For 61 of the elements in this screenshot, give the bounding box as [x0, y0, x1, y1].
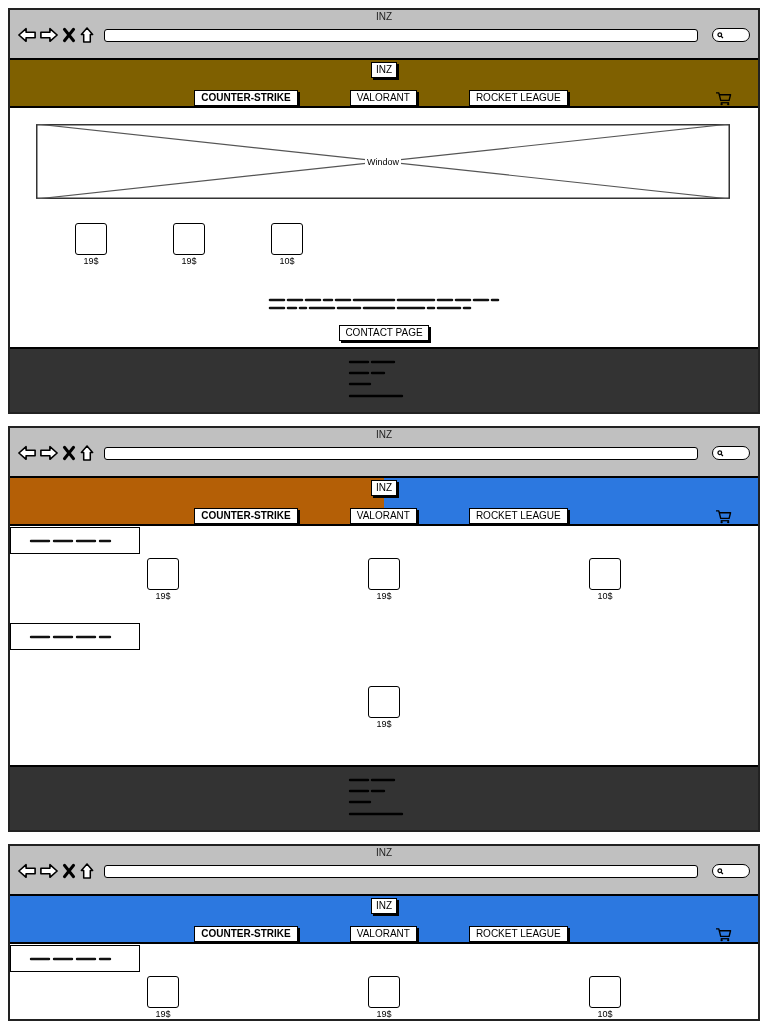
back-icon[interactable]: [18, 27, 36, 43]
search-field[interactable]: [712, 864, 750, 878]
product-tile[interactable]: [147, 558, 179, 590]
product-price: 19$: [376, 719, 392, 729]
nav-tab[interactable]: VALORANT: [349, 926, 417, 942]
site-logo[interactable]: INZ: [370, 62, 398, 78]
contact-button[interactable]: CONTACT PAGE: [339, 325, 429, 341]
product-price: 10$: [597, 1009, 613, 1019]
forward-icon[interactable]: [40, 863, 58, 879]
window-title: INZ: [374, 11, 394, 23]
home-icon[interactable]: [80, 863, 94, 879]
back-icon[interactable]: [18, 863, 36, 879]
search-icon: [717, 449, 724, 457]
nav-tab[interactable]: COUNTER-STRIKE: [194, 90, 298, 106]
product-price: 19$: [155, 1009, 171, 1019]
home-icon[interactable]: [80, 445, 94, 461]
product-tile[interactable]: [75, 223, 107, 255]
product-price: 10$: [597, 591, 613, 601]
close-icon[interactable]: [62, 27, 76, 43]
address-bar[interactable]: [104, 864, 698, 878]
placeholder-caption: Window: [365, 156, 401, 167]
cart-icon[interactable]: [715, 90, 732, 106]
search-icon: [717, 867, 724, 875]
product-tile[interactable]: [271, 223, 303, 255]
product-tile[interactable]: [368, 976, 400, 1008]
back-icon[interactable]: [18, 445, 36, 461]
nav-tab[interactable]: COUNTER-STRIKE: [194, 926, 298, 942]
forward-icon[interactable]: [40, 27, 58, 43]
cart-icon[interactable]: [715, 926, 732, 942]
address-bar[interactable]: [104, 28, 698, 42]
site-logo[interactable]: INZ: [370, 480, 398, 496]
close-icon[interactable]: [62, 445, 76, 461]
nav-tab[interactable]: ROCKET LEAGUE: [468, 90, 568, 106]
product-tile[interactable]: [589, 976, 621, 1008]
product-price: 19$: [181, 256, 197, 266]
nav-tab[interactable]: ROCKET LEAGUE: [468, 508, 568, 524]
product-tile[interactable]: [173, 223, 205, 255]
product-price: 19$: [376, 1009, 392, 1019]
close-icon[interactable]: [62, 863, 76, 879]
product-price: 19$: [83, 256, 99, 266]
product-price: 19$: [376, 591, 392, 601]
product-tile[interactable]: [147, 976, 179, 1008]
window-title: INZ: [374, 429, 394, 441]
search-field[interactable]: [712, 28, 750, 42]
product-tile[interactable]: [589, 558, 621, 590]
cart-icon[interactable]: [715, 508, 732, 524]
product-price: 19$: [155, 591, 171, 601]
nav-tab[interactable]: VALORANT: [349, 508, 417, 524]
site-logo[interactable]: INZ: [370, 898, 398, 914]
forward-icon[interactable]: [40, 445, 58, 461]
nav-tab[interactable]: VALORANT: [349, 90, 417, 106]
product-tile[interactable]: [368, 558, 400, 590]
product-price: 10$: [279, 256, 295, 266]
nav-tab[interactable]: ROCKET LEAGUE: [468, 926, 568, 942]
address-bar[interactable]: [104, 446, 698, 460]
search-field[interactable]: [712, 446, 750, 460]
product-tile[interactable]: [368, 686, 400, 718]
home-icon[interactable]: [80, 27, 94, 43]
search-icon: [717, 31, 724, 39]
window-title: INZ: [374, 847, 394, 859]
nav-tab[interactable]: COUNTER-STRIKE: [194, 508, 298, 524]
